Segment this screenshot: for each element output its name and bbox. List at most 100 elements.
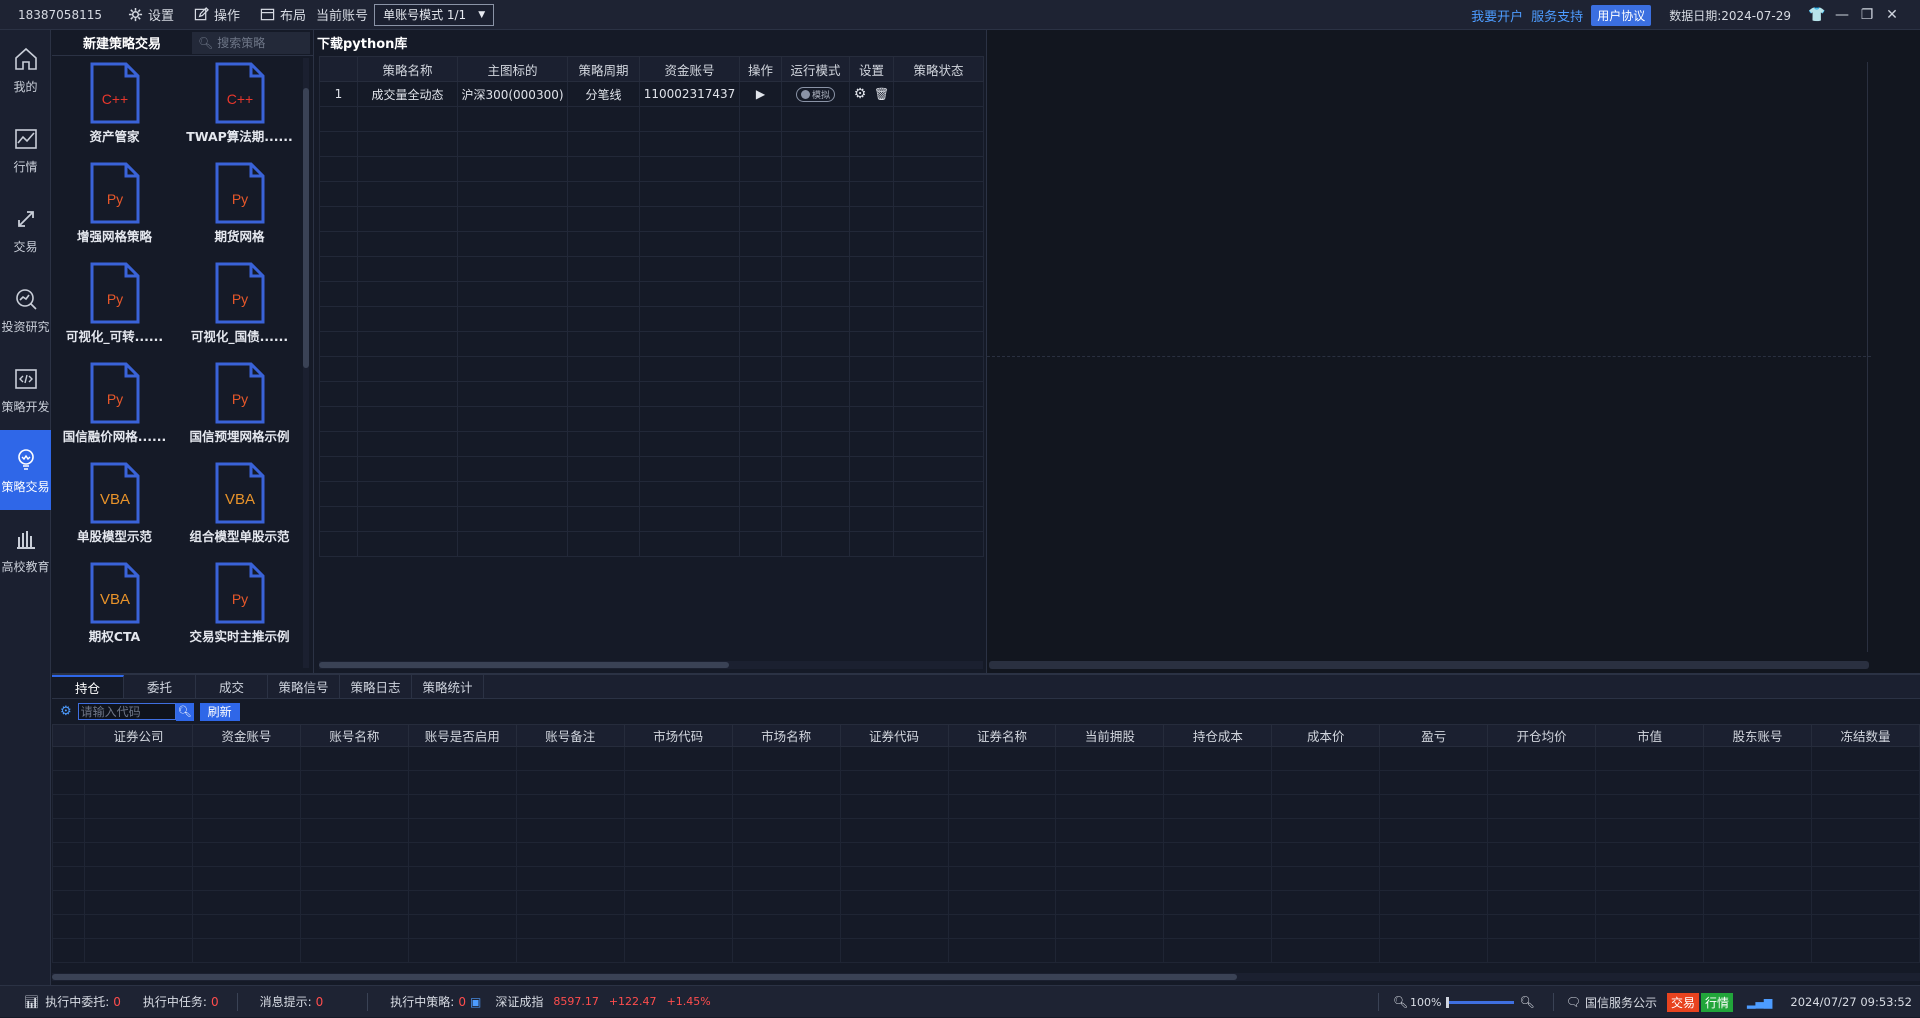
column-header[interactable]: 冻结数量 [1811, 724, 1920, 747]
code-search-button[interactable]: 🔍︎ [175, 702, 194, 721]
strategy-scrollbar[interactable] [303, 58, 309, 668]
column-header[interactable]: 策略名称 [357, 56, 458, 82]
refresh-button[interactable]: 刷新 [199, 702, 240, 721]
column-header[interactable]: 策略状态 [893, 56, 984, 82]
strategy-tile[interactable]: C++ 资产管家 [52, 62, 177, 154]
strategy-tile[interactable]: VBA 组合模型单股示范 [177, 462, 302, 554]
exec-orders[interactable]: 执行中委托: 0 [45, 993, 121, 1010]
scrollbar-thumb[interactable] [52, 974, 1237, 980]
nav-item-research[interactable]: 投资研究 [0, 270, 51, 350]
strategy-tile[interactable]: C++ TWAP算法期...... [177, 62, 302, 154]
tab-5[interactable]: 策略统计 [412, 675, 484, 698]
market-status-badge[interactable]: 行情 [1701, 992, 1734, 1012]
strategy-tile[interactable]: Py 可视化_国债...... [177, 262, 302, 354]
column-header[interactable]: 证券公司 [84, 724, 193, 747]
strategy-monitor-icon[interactable]: ▣ [470, 995, 481, 1009]
column-header[interactable]: 盈亏 [1379, 724, 1489, 747]
chart-scrollbar[interactable] [989, 661, 1869, 669]
zoom-slider[interactable] [1445, 996, 1514, 1008]
zoom-in-icon[interactable]: 🔍︎ [1520, 995, 1535, 1009]
zoom-slider-handle[interactable] [1445, 996, 1449, 1008]
strategy-tile[interactable]: Py 国信预埋网格示例 [177, 362, 302, 454]
strategy-search-input[interactable]: 🔍︎ 搜索策略 [192, 31, 310, 54]
strategy-tile[interactable]: VBA 期权CTA [52, 562, 177, 654]
scrollbar-thumb[interactable] [319, 662, 729, 668]
column-header[interactable]: 市场名称 [731, 724, 841, 747]
tab-2[interactable]: 成交 [196, 675, 268, 698]
strategy-tile[interactable]: Py 交易实时主推示例 [177, 562, 302, 654]
table-row[interactable]: 1 成交量全动态 沪深300(000300) 分笔线 110002317437 ▶ 模拟 ⚙ … [319, 81, 984, 107]
skin-icon[interactable]: 👕 [1805, 0, 1829, 30]
column-header[interactable]: 主图标的 [457, 56, 568, 82]
index-quote[interactable]: 深证成指 8597.17 +122.47 +1.45% [495, 993, 710, 1010]
column-header[interactable]: 策略周期 [567, 56, 640, 82]
column-header[interactable]: 成本价 [1271, 724, 1381, 747]
table-cell [781, 131, 850, 157]
nav-item-strategy-dev[interactable]: 策略开发 [0, 350, 51, 430]
strategy-tile[interactable]: VBA 单股模型示范 [52, 462, 177, 554]
column-header[interactable]: 账号备注 [515, 724, 625, 747]
strategy-tile[interactable]: Py 可视化_可转...... [52, 262, 177, 354]
column-header[interactable]: 持仓成本 [1163, 724, 1273, 747]
table-cell [1055, 842, 1165, 867]
column-header[interactable]: 账号名称 [299, 724, 409, 747]
column-header[interactable]: 设置 [849, 56, 894, 82]
trade-status-badge[interactable]: 交易 [1666, 992, 1699, 1012]
zoom-out-icon[interactable]: 🔍︎ [1393, 995, 1408, 1009]
column-header[interactable]: 运行模式 [781, 56, 850, 82]
table-cell [407, 794, 517, 819]
settings-icon[interactable]: ⚙ [60, 704, 72, 719]
table-cell [407, 746, 517, 771]
close-icon[interactable]: ✕ [1880, 0, 1904, 30]
nav-item-market[interactable]: 行情 [0, 110, 51, 190]
service-notice[interactable]: 国信服务公示 [1585, 994, 1657, 1011]
exec-strategies-count: 0 [458, 994, 466, 1009]
user-agreement-button[interactable]: 用户协议 [1591, 4, 1652, 26]
column-header[interactable]: 证券名称 [947, 724, 1057, 747]
nav-item-trade[interactable]: 交易 [0, 190, 51, 270]
menu-operate[interactable]: 操作 [194, 5, 240, 24]
column-header[interactable]: 市值 [1595, 724, 1705, 747]
column-header[interactable]: 操作 [739, 56, 782, 82]
exec-tasks[interactable]: 执行中任务: 0 [143, 993, 219, 1010]
service-support-link[interactable]: 服务支持 [1531, 6, 1583, 25]
tab-3[interactable]: 策略信号 [268, 675, 340, 698]
menu-settings[interactable]: 设置 [128, 5, 174, 24]
exec-strategies[interactable]: 执行中策略: 0 ▣ [390, 993, 481, 1010]
column-header[interactable]: 账号是否启用 [407, 724, 517, 747]
tab-0[interactable]: 持仓 [52, 675, 124, 698]
strategy-table-scrollbar[interactable] [319, 661, 983, 669]
minimize-icon[interactable]: — [1830, 0, 1854, 30]
trash-icon[interactable]: 🗑︎ [874, 87, 889, 101]
column-header[interactable]: 资金账号 [191, 724, 301, 747]
strategy-scrollbar-thumb[interactable] [303, 88, 309, 368]
open-account-link[interactable]: 我要开户 [1471, 6, 1523, 25]
nav-item-strategy-trade[interactable]: 策略交易 [0, 430, 51, 510]
tab-4[interactable]: 策略日志 [340, 675, 412, 698]
download-python-lib[interactable]: 下载python库 [315, 30, 983, 54]
code-input[interactable]: 请输入代码 [77, 703, 176, 720]
nav-item-mine[interactable]: 我的 [0, 30, 51, 110]
strategy-tile[interactable]: Py 国信融价网格...... [52, 362, 177, 454]
tab-1[interactable]: 委托 [124, 675, 196, 698]
mode-toggle[interactable]: 模拟 [795, 86, 835, 102]
column-header[interactable]: 开仓均价 [1487, 724, 1597, 747]
column-header[interactable]: 当前拥股 [1055, 724, 1165, 747]
column-header[interactable]: 资金账号 [639, 56, 740, 82]
gear-icon[interactable]: ⚙ [854, 86, 867, 102]
strategy-tile[interactable]: Py 期货网格 [177, 162, 302, 254]
column-header[interactable]: 市场代码 [623, 724, 733, 747]
strategy-tile[interactable]: Py 增强网格策略 [52, 162, 177, 254]
menu-layout[interactable]: 布局 [260, 5, 306, 24]
restore-icon[interactable]: ❐ [1855, 0, 1879, 30]
column-header[interactable]: 证券代码 [839, 724, 949, 747]
position-table-scrollbar[interactable] [52, 973, 1920, 981]
table-cell [639, 231, 740, 257]
nav-item-education[interactable]: 高校教育 [0, 510, 51, 590]
messages[interactable]: 消息提示: 0 [260, 993, 324, 1010]
run-button[interactable]: ▶ [739, 81, 782, 107]
account-mode-select[interactable]: 单账号模式 1/1 ▼ [374, 3, 495, 26]
chart-area[interactable] [986, 30, 1920, 673]
column-header[interactable]: 股东账号 [1703, 724, 1812, 747]
column-header[interactable] [319, 56, 358, 82]
